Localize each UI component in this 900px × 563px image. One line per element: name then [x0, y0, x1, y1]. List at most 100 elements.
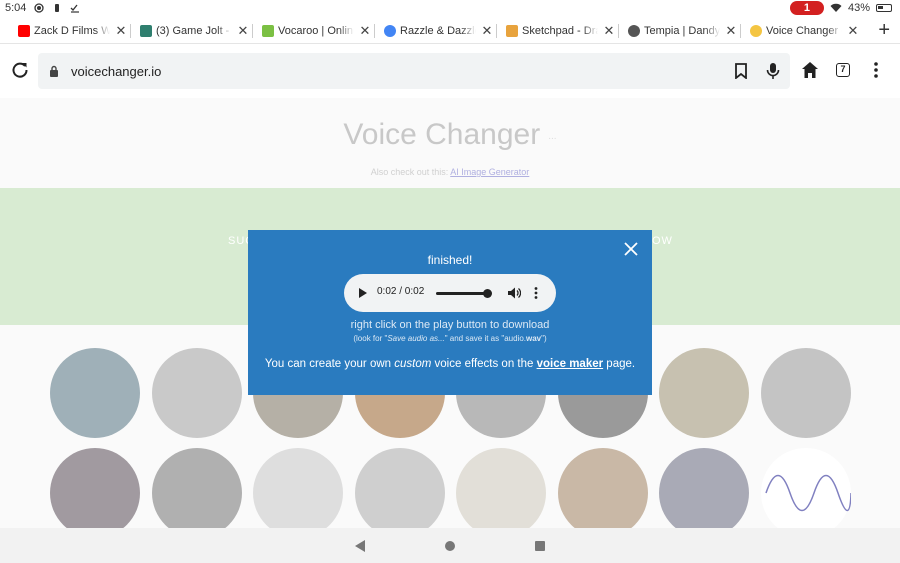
play-icon[interactable] [359, 288, 367, 298]
android-status-bar: 5:04 1 43% [0, 0, 900, 17]
tab-2[interactable]: (3) Game Jolt - Sh ✕ [136, 20, 250, 42]
save-as-hint: (look for "Save audio as..." and save it… [248, 334, 652, 343]
player-time: 0:02 / 0:02 [377, 286, 425, 297]
status-text: finished! [427, 253, 473, 267]
clock: 5:04 [5, 2, 27, 14]
tab-4[interactable]: Razzle & Dazzle | ✕ [380, 20, 494, 42]
voice-effect-thumbnail[interactable] [659, 348, 749, 438]
band-text-right: OW [652, 235, 673, 247]
voice-effect-thumbnail[interactable] [151, 348, 242, 438]
more-options-icon[interactable] [534, 287, 538, 299]
tab-close-icon[interactable]: ✕ [724, 23, 738, 39]
new-tab-button[interactable]: + [878, 19, 890, 42]
record-icon [34, 3, 45, 13]
bookmark-icon[interactable] [734, 63, 748, 79]
tab-title: Voice Changer - O [766, 25, 842, 37]
battery-percent: 43% [847, 2, 870, 14]
subhint-italic: Save audio as... [387, 334, 445, 343]
page-title-sup: ... [548, 130, 557, 142]
tab-title: Zack D Films Wtf [34, 25, 110, 37]
tab-strip: Zack D Films Wtf✕(3) Game Jolt - Sh✕Voca… [0, 17, 900, 44]
subhint-mid: " and save it as "audio. [444, 334, 526, 343]
subhint-prefix: (look for " [353, 334, 388, 343]
nav-home-icon[interactable] [445, 541, 455, 551]
notification-badge[interactable]: 1 [789, 1, 824, 15]
tab-7[interactable]: Voice Changer - O ✕ [746, 20, 860, 42]
battery-saver-icon [55, 4, 60, 12]
tab-6[interactable]: Tempia | Dandy's ✕ [624, 20, 738, 42]
also-prefix: Also check out this: [370, 167, 449, 177]
page-title-text: Voice Changer [343, 118, 541, 151]
android-nav-bar [0, 528, 900, 563]
url-text[interactable]: voicechanger.io [71, 64, 161, 79]
youtube-icon [18, 25, 30, 37]
voice-effect-thumbnail[interactable] [354, 448, 445, 528]
subhint-suffix: ") [541, 334, 547, 343]
address-bar[interactable]: voicechanger.io [38, 53, 790, 89]
tab-separator [374, 24, 375, 38]
microphone-icon[interactable] [766, 62, 780, 80]
progress-slider[interactable] [436, 292, 488, 295]
voicechanger-icon [750, 25, 762, 37]
checklist-icon [70, 4, 80, 13]
maker-mid: voice effects on the [431, 358, 537, 370]
tab-separator [130, 24, 131, 38]
maker-prefix: You can create your own [264, 358, 395, 370]
tempia-icon [628, 25, 640, 37]
tab-title: Vocaroo | Online v [278, 25, 354, 37]
tab-title: Sketchpad - Draw [522, 25, 598, 37]
voice-effect-thumbnail[interactable] [659, 448, 749, 528]
tab-5[interactable]: Sketchpad - Draw ✕ [502, 20, 616, 42]
voice-effect-thumbnail[interactable] [557, 448, 648, 528]
voice-effect-thumbnail[interactable] [50, 448, 140, 528]
recents-icon[interactable] [535, 541, 545, 551]
tab-separator [496, 24, 497, 38]
progress-thumb[interactable] [483, 289, 492, 298]
overflow-menu-icon[interactable] [872, 61, 880, 79]
also-check-out: Also check out this: AI Image Generator [0, 167, 900, 177]
reload-icon[interactable] [11, 61, 29, 79]
browser-toolbar: voicechanger.io 7 [0, 44, 900, 98]
tab-close-icon[interactable]: ✕ [480, 23, 494, 39]
tab-close-icon[interactable]: ✕ [358, 23, 372, 39]
home-icon[interactable] [801, 61, 819, 79]
voice-effect-thumbnail[interactable] [50, 348, 140, 438]
tab-close-icon[interactable]: ✕ [846, 23, 860, 39]
voice-maker-note: You can create your own custom voice eff… [248, 358, 652, 370]
maker-italic: custom [394, 358, 432, 370]
audio-player[interactable]: 0:02 / 0:02 [344, 274, 556, 312]
tab-close-icon[interactable]: ✕ [602, 23, 616, 39]
tab-title: Razzle & Dazzle | [400, 25, 476, 37]
voice-effect-thumbnail[interactable] [151, 448, 242, 528]
wifi-icon [830, 3, 842, 12]
tab-close-icon[interactable]: ✕ [114, 23, 128, 39]
voice-effect-thumbnail[interactable] [760, 448, 852, 528]
voice-maker-link[interactable]: voice maker [537, 358, 604, 370]
back-icon[interactable] [355, 540, 365, 552]
voice-effect-thumbnail[interactable] [253, 448, 343, 528]
download-hint: right click on the play button to downlo… [350, 319, 550, 331]
ai-image-generator-link[interactable]: AI Image Generator [450, 167, 529, 177]
voice-effect-thumbnail[interactable] [456, 448, 546, 528]
tab-title: Tempia | Dandy's [644, 25, 720, 37]
tab-1[interactable]: Zack D Films Wtf ✕ [14, 20, 128, 42]
result-dialog: finished! 0:02 / 0:02 right click on the… [248, 230, 652, 395]
page-title: Voice Changer... [0, 118, 900, 152]
battery-icon [876, 4, 892, 12]
vocaroo-icon [262, 25, 274, 37]
tab-separator [618, 24, 619, 38]
chrome-icon [384, 25, 396, 37]
gamejolt-icon [140, 25, 152, 37]
maker-suffix: page. [603, 358, 636, 370]
tab-close-icon[interactable]: ✕ [236, 23, 250, 39]
volume-icon[interactable] [507, 286, 521, 300]
tab-separator [252, 24, 253, 38]
subhint-bold: wav [526, 334, 542, 343]
lock-icon[interactable] [49, 65, 59, 77]
voice-effect-thumbnail[interactable] [760, 348, 851, 438]
tab-separator [740, 24, 741, 38]
tab-title: (3) Game Jolt - Sh [156, 25, 232, 37]
sketchpad-icon [506, 25, 518, 37]
tab-3[interactable]: Vocaroo | Online v ✕ [258, 20, 372, 42]
tab-switcher-button[interactable]: 7 [836, 63, 850, 77]
